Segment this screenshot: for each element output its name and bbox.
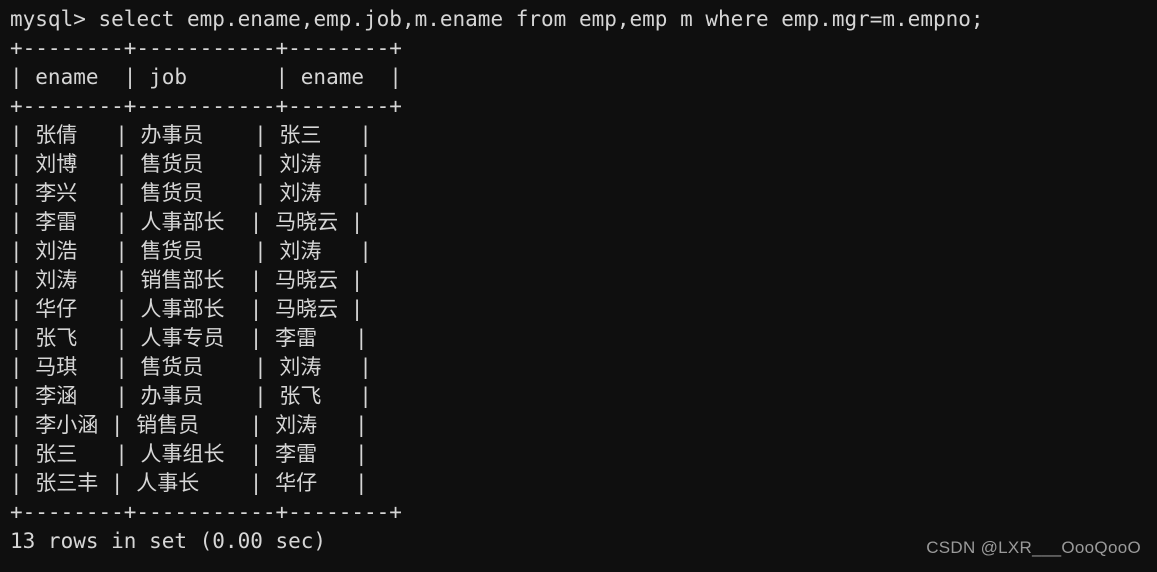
- table-row: | 刘浩 | 售货员 | 刘涛 |: [10, 239, 372, 263]
- table-row: | 李雷 | 人事部长 | 马晓云 |: [10, 210, 364, 234]
- sql-command-text: select emp.ename,emp.job,m.ename from em…: [98, 7, 984, 31]
- table-row: | 李涵 | 办事员 | 张飞 |: [10, 384, 372, 408]
- table-separator-bottom: +--------+-----------+--------+: [10, 500, 402, 524]
- mysql-prompt: mysql>: [10, 7, 99, 31]
- command-line: mysql> select emp.ename,emp.job,m.ename …: [10, 5, 1157, 34]
- table-separator-header: +--------+-----------+--------+: [10, 94, 402, 118]
- table-row: | 华仔 | 人事部长 | 马晓云 |: [10, 297, 364, 321]
- table-row: | 张三丰 | 人事长 | 华仔 |: [10, 471, 368, 495]
- table-row: | 刘涛 | 销售部长 | 马晓云 |: [10, 268, 364, 292]
- table-row: | 张倩 | 办事员 | 张三 |: [10, 123, 372, 147]
- mysql-terminal[interactable]: mysql> select emp.ename,emp.job,m.ename …: [0, 0, 1157, 572]
- table-separator-top: +--------+-----------+--------+: [10, 36, 402, 60]
- csdn-watermark: CSDN @LXR___OooQooO: [926, 538, 1141, 557]
- table-row: | 张三 | 人事组长 | 李雷 |: [10, 442, 368, 466]
- table-row: | 李小涵 | 销售员 | 刘涛 |: [10, 413, 368, 437]
- table-row: | 马琪 | 售货员 | 刘涛 |: [10, 355, 372, 379]
- table-header-row: | ename | job | ename |: [10, 65, 402, 89]
- table-row: | 张飞 | 人事专员 | 李雷 |: [10, 326, 368, 350]
- table-row: | 李兴 | 售货员 | 刘涛 |: [10, 181, 372, 205]
- table-row: | 刘博 | 售货员 | 刘涛 |: [10, 152, 372, 176]
